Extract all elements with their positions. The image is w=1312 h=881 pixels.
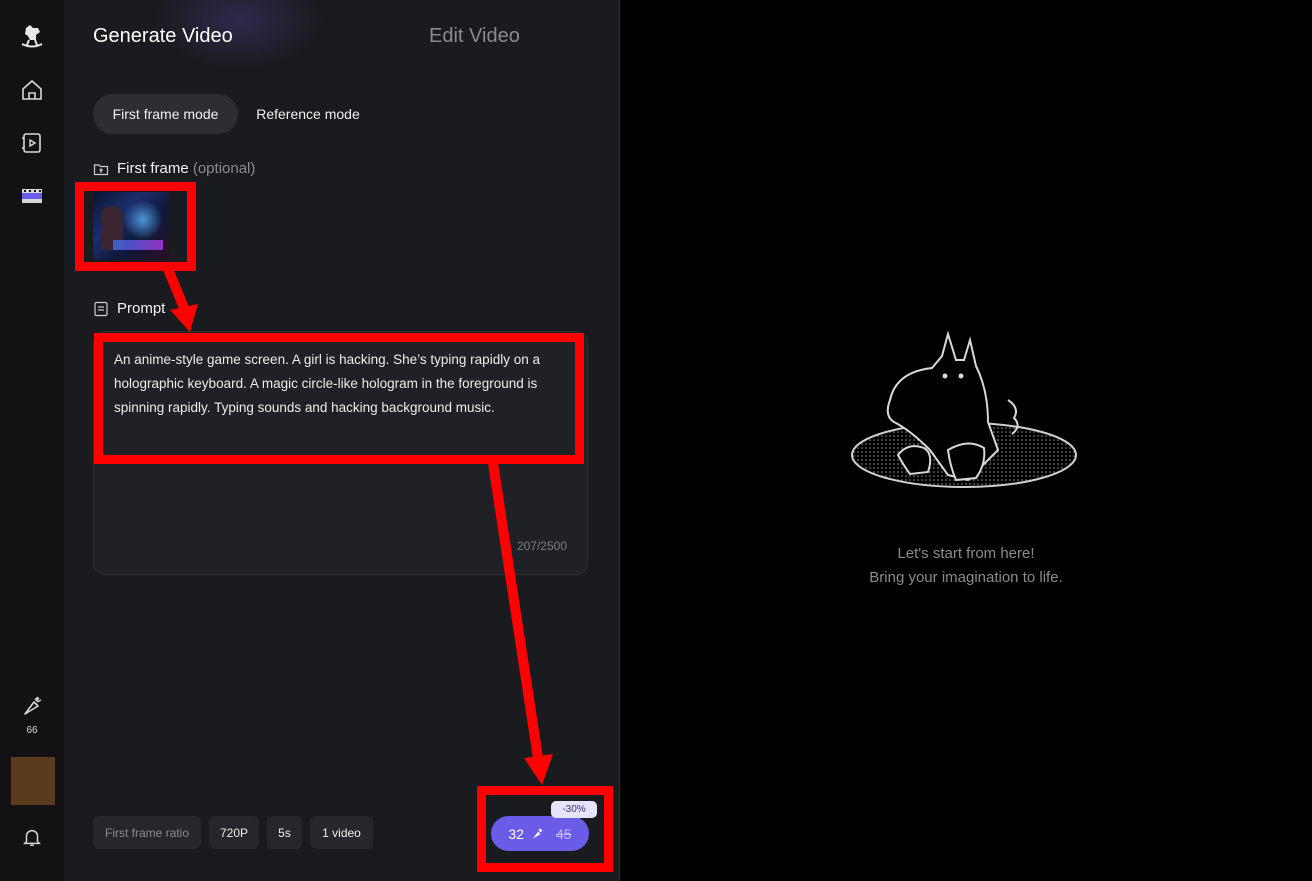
character-count: 207/2500 <box>516 539 567 553</box>
avatar[interactable] <box>11 757 55 805</box>
carrot-icon <box>532 827 543 839</box>
rocking-horse-icon[interactable] <box>16 20 48 52</box>
video-play-icon[interactable] <box>16 127 48 159</box>
discount-badge: -30% <box>551 801 597 818</box>
cost-value: 32 <box>508 825 524 842</box>
resolution-selector[interactable]: 720P <box>209 816 259 849</box>
hologram-glow <box>123 200 163 240</box>
prompt-title: Prompt <box>117 300 166 317</box>
reference-mode-button[interactable]: Reference mode <box>246 94 370 134</box>
credits-count: 66 <box>26 725 38 736</box>
tab-generate-video[interactable]: Generate Video <box>93 25 233 48</box>
folder-upload-icon <box>93 163 109 175</box>
empty-state-line2: Bring your imagination to life. <box>869 569 1063 586</box>
keyboard-glow <box>113 240 163 250</box>
prompt-label: Prompt <box>93 300 165 317</box>
empty-state-line1: Let's start from here! <box>897 545 1035 562</box>
bell-icon[interactable] <box>16 821 48 853</box>
first-frame-title: First frame <box>117 160 189 177</box>
carrot-icon <box>24 696 42 715</box>
home-icon[interactable] <box>16 74 48 106</box>
credits-counter[interactable]: 66 <box>14 694 50 736</box>
first-frame-label: First frame (optional) <box>93 160 255 177</box>
tab-edit-video[interactable]: Edit Video <box>429 25 520 48</box>
panel-divider <box>619 0 620 881</box>
original-cost: 45 <box>556 825 572 842</box>
horse-mascot-illustration <box>851 330 1077 488</box>
video-count-selector[interactable]: 1 video <box>310 816 373 849</box>
film-strip-icon[interactable] <box>16 180 48 212</box>
optional-note: (optional) <box>192 160 256 177</box>
prompt-textarea[interactable]: An anime-style game screen. A girl is ha… <box>93 331 588 575</box>
document-icon <box>94 301 108 316</box>
first-frame-mode-button[interactable]: First frame mode <box>93 94 238 134</box>
duration-selector[interactable]: 5s <box>267 816 302 849</box>
first-frame-thumbnail[interactable] <box>93 192 169 260</box>
prompt-text[interactable]: An anime-style game screen. A girl is ha… <box>114 348 574 420</box>
sidebar: 66 <box>0 0 64 881</box>
generate-button[interactable]: 32 45 <box>491 816 589 851</box>
ratio-selector[interactable]: First frame ratio <box>93 816 201 849</box>
